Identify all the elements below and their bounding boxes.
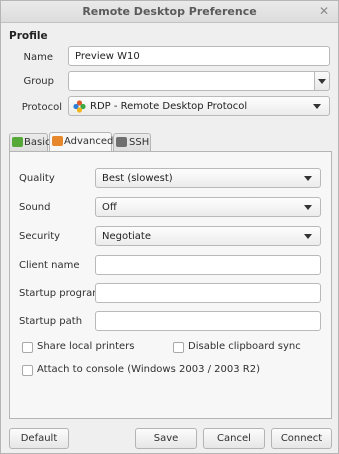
chevron-down-icon: [304, 234, 312, 239]
startup-path-field[interactable]: [95, 311, 321, 331]
basic-tab-icon: [12, 137, 23, 147]
tab-advanced-label: Advanced: [64, 136, 114, 147]
advanced-tab-panel: Quality Best (slowest) Sound Off Securit…: [9, 151, 332, 419]
attach-console-checkbox[interactable]: [22, 365, 33, 376]
default-button[interactable]: Default: [9, 428, 69, 449]
tab-ssh[interactable]: SSH: [113, 133, 151, 151]
startup-program-label: Startup program: [19, 288, 102, 299]
security-value: Negotiate: [102, 231, 151, 242]
disable-clipboard-label: Disable clipboard sync: [188, 341, 301, 352]
client-name-field[interactable]: [95, 255, 321, 275]
title-bar[interactable]: Remote Desktop Preference ✕: [1, 1, 338, 23]
protocol-label: Protocol: [21, 102, 62, 113]
protocol-value: RDP - Remote Desktop Protocol: [90, 101, 248, 112]
share-printers-checkbox[interactable]: [22, 342, 33, 353]
ssh-tab-icon: [116, 137, 127, 147]
startup-path-label: Startup path: [19, 316, 83, 327]
quality-value: Best (slowest): [102, 173, 173, 184]
advanced-tab-icon: [52, 136, 63, 146]
chevron-down-icon: [313, 104, 321, 109]
client-name-label: Client name: [19, 260, 80, 271]
tab-ssh-label: SSH: [129, 137, 150, 148]
chevron-down-icon: [304, 205, 312, 210]
tab-advanced[interactable]: Advanced: [49, 132, 114, 151]
close-icon[interactable]: ✕: [319, 4, 329, 18]
security-select[interactable]: Negotiate: [95, 226, 321, 246]
quality-select[interactable]: Best (slowest): [95, 168, 321, 188]
sound-value: Off: [102, 202, 117, 213]
tab-basic-label: Basic: [24, 137, 51, 148]
disable-clipboard-checkbox[interactable]: [173, 342, 184, 353]
protocol-select[interactable]: RDP - Remote Desktop Protocol: [68, 96, 330, 116]
connect-button[interactable]: Connect: [271, 428, 332, 449]
attach-console-label: Attach to console (Windows 2003 / 2003 R…: [37, 364, 260, 375]
remote-desktop-preference-dialog: Remote Desktop Preference ✕ Profile Name…: [0, 0, 339, 454]
sound-label: Sound: [19, 202, 51, 213]
save-button[interactable]: Save: [135, 428, 197, 449]
window-title: Remote Desktop Preference: [82, 5, 257, 18]
chevron-down-icon: [318, 79, 326, 84]
sound-select[interactable]: Off: [95, 197, 321, 217]
quality-label: Quality: [19, 173, 55, 184]
profile-section-title: Profile: [9, 30, 48, 42]
chevron-down-icon: [304, 176, 312, 181]
group-combo-entry[interactable]: [68, 71, 315, 91]
group-dropdown-button[interactable]: [314, 71, 330, 91]
group-label: Group: [23, 76, 54, 87]
cancel-button[interactable]: Cancel: [203, 428, 265, 449]
name-field[interactable]: [68, 46, 330, 66]
rdp-protocol-icon: [73, 100, 86, 113]
tab-basic[interactable]: Basic: [9, 133, 51, 151]
startup-program-field[interactable]: [95, 283, 321, 303]
security-label: Security: [19, 231, 61, 242]
name-label: Name: [23, 52, 53, 63]
share-printers-label: Share local printers: [37, 341, 135, 352]
